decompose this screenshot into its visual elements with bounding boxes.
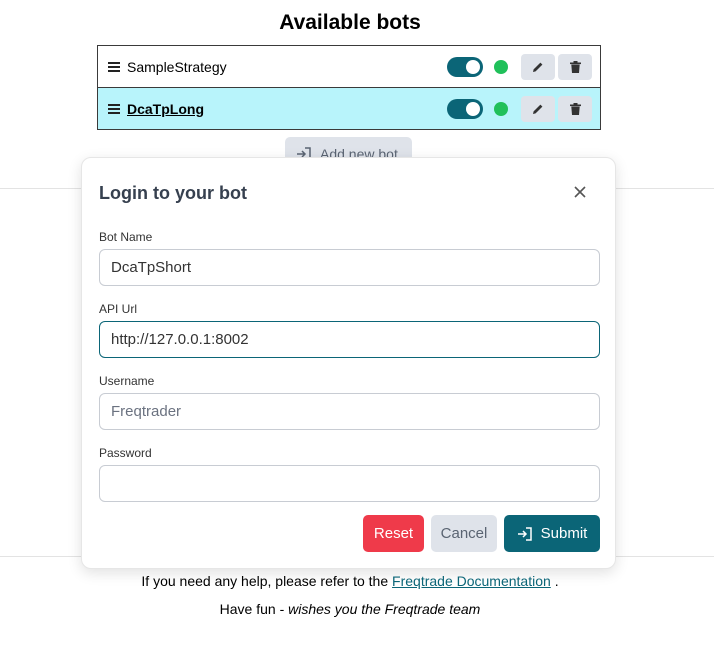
bot-name-label: Bot Name xyxy=(99,230,153,244)
username-label: Username xyxy=(99,374,155,388)
delete-bot-button[interactable] xyxy=(558,54,592,80)
bot-name[interactable]: SampleStrategy xyxy=(127,59,227,75)
api-url-label: API Url xyxy=(99,302,138,316)
cancel-button[interactable]: Cancel xyxy=(431,515,497,552)
pencil-icon xyxy=(533,104,543,114)
trash-icon xyxy=(569,103,581,115)
username-input[interactable] xyxy=(99,393,600,430)
bot-row-selected[interactable]: DcaTpLong xyxy=(98,88,600,129)
bot-enable-toggle[interactable] xyxy=(447,57,483,77)
drag-handle-icon[interactable] xyxy=(108,103,120,114)
docs-link[interactable]: Freqtrade Documentation xyxy=(392,573,551,589)
fun-prefix: Have fun - xyxy=(219,601,285,617)
bot-list: SampleStrategy DcaTpLong xyxy=(97,45,601,130)
submit-button[interactable]: Submit xyxy=(504,515,600,552)
bot-status-dot xyxy=(494,102,508,116)
close-icon[interactable] xyxy=(572,184,588,200)
bot-row[interactable]: SampleStrategy xyxy=(98,46,600,88)
fun-text: Have fun - wishes you the Freqtrade team xyxy=(0,601,700,617)
bot-name[interactable]: DcaTpLong xyxy=(127,101,204,117)
pencil-icon xyxy=(533,62,543,72)
login-icon xyxy=(517,526,532,541)
api-url-input[interactable] xyxy=(99,321,600,358)
edit-bot-button[interactable] xyxy=(521,96,555,122)
password-label: Password xyxy=(99,446,152,460)
modal-title: Login to your bot xyxy=(99,183,247,203)
fun-signature: wishes you the Freqtrade team xyxy=(288,601,481,617)
trash-icon xyxy=(569,61,581,73)
delete-bot-button[interactable] xyxy=(558,96,592,122)
edit-bot-button[interactable] xyxy=(521,54,555,80)
drag-handle-icon[interactable] xyxy=(108,61,120,72)
bot-enable-toggle[interactable] xyxy=(447,99,483,119)
help-text: If you need any help, please refer to th… xyxy=(0,573,700,589)
reset-button[interactable]: Reset xyxy=(363,515,424,552)
bot-name-input[interactable] xyxy=(99,249,600,286)
submit-label: Submit xyxy=(540,525,588,542)
login-modal: Login to your bot Bot Name API Url Usern… xyxy=(81,157,616,569)
page-title: Available bots xyxy=(279,11,421,34)
help-prefix: If you need any help, please refer to th… xyxy=(141,573,389,589)
bot-status-dot xyxy=(494,60,508,74)
help-suffix: . xyxy=(554,573,559,589)
password-input[interactable] xyxy=(99,465,600,502)
